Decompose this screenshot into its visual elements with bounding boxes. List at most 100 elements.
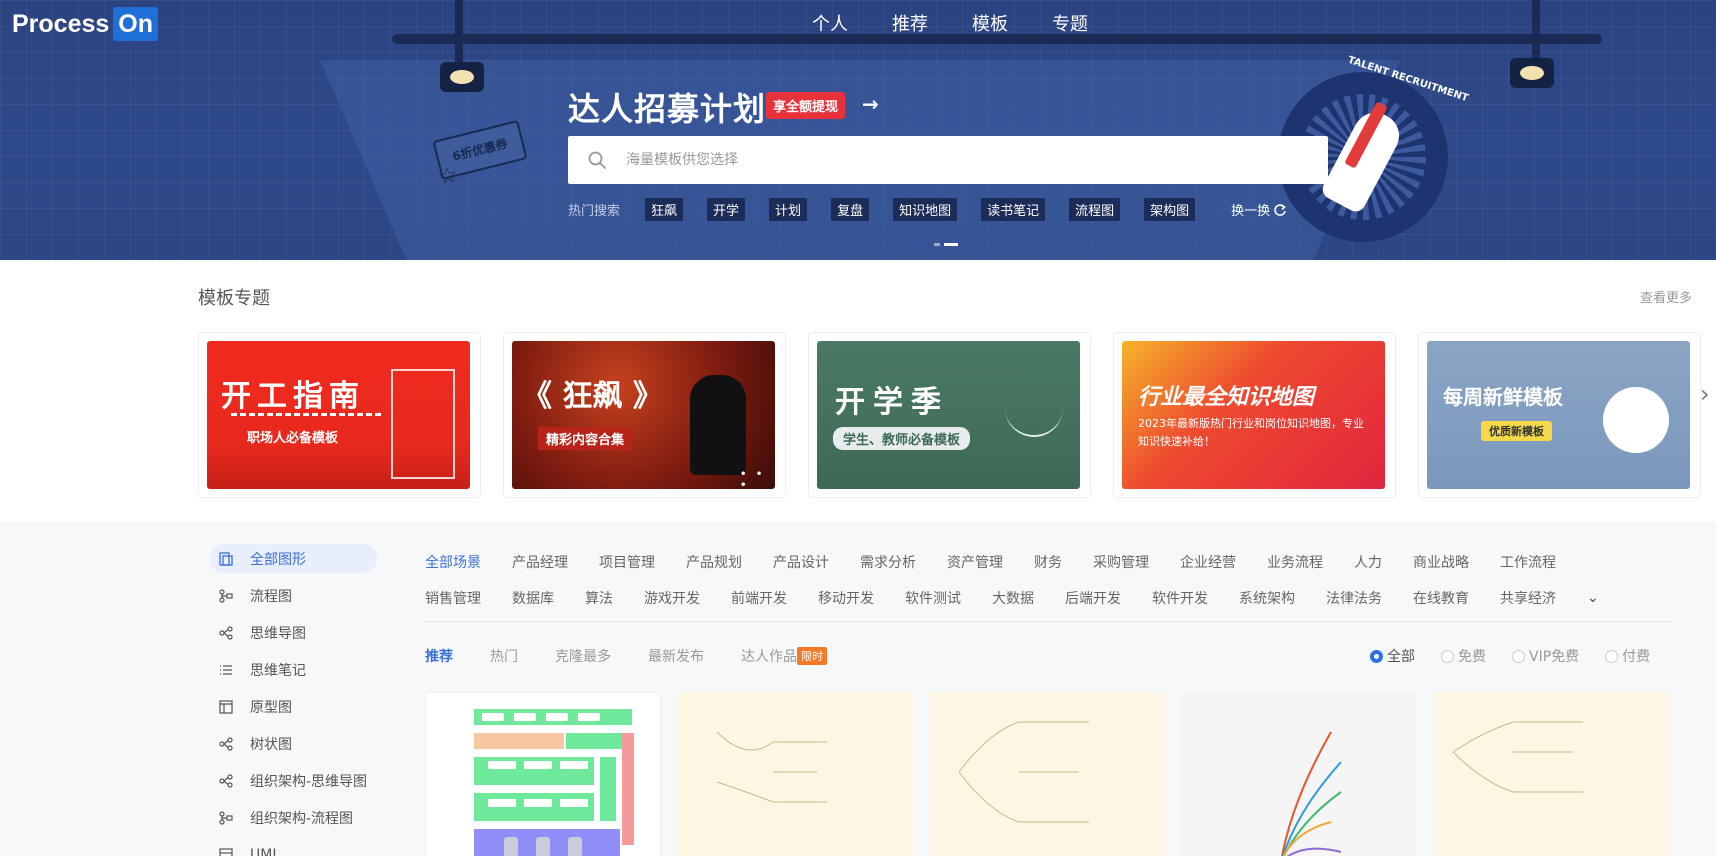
topic-card-kuangbiao[interactable]: 《 狂飙 》 精彩内容合集 • • • xyxy=(503,332,786,498)
top-nav: 个人 推荐 模板 专题 xyxy=(812,10,1132,36)
chevron-down-icon[interactable]: ⌄ xyxy=(1587,590,1599,606)
category-item[interactable]: 共享经济 xyxy=(1500,588,1556,608)
nav-topics[interactable]: 专题 xyxy=(1052,10,1088,36)
chevron-right-icon[interactable]: › xyxy=(1700,380,1710,408)
hot-tag[interactable]: 开学 xyxy=(707,198,746,221)
template-card[interactable] xyxy=(425,692,661,856)
processon-logo[interactable]: Process On xyxy=(12,6,159,42)
category-item[interactable]: 工作流程 xyxy=(1500,552,1556,572)
topic-card-title: 每周新鲜模板 xyxy=(1443,385,1563,409)
category-item[interactable]: 需求分析 xyxy=(860,552,916,572)
tab-most-cloned[interactable]: 克隆最多 xyxy=(555,646,611,666)
hero-banner[interactable]: 6折优惠券 ☆ TALENT RECRUITMENT Process On 个人… xyxy=(0,0,1716,260)
sidebar-item-uml[interactable]: UML xyxy=(210,840,377,856)
logo-on: On xyxy=(113,7,159,41)
category-item[interactable]: 人力 xyxy=(1354,552,1382,572)
category-item[interactable]: 软件开发 xyxy=(1152,588,1208,608)
sidebar-item-mindnote[interactable]: 思维笔记 xyxy=(210,655,377,684)
nav-templates[interactable]: 模板 xyxy=(972,10,1008,36)
mindmap-icon xyxy=(218,625,234,641)
sort-tabs: 推荐 热门 克隆最多 最新发布 达人作品 限时 xyxy=(425,646,827,666)
category-item[interactable]: 产品设计 xyxy=(773,552,829,572)
sidebar-item-flowchart[interactable]: 流程图 xyxy=(210,581,377,610)
tab-latest[interactable]: 最新发布 xyxy=(648,646,704,666)
search-icon[interactable] xyxy=(568,136,626,184)
tab-recommend[interactable]: 推荐 xyxy=(425,646,453,666)
sidebar-item-label: 思维笔记 xyxy=(250,662,306,679)
nav-recommend[interactable]: 推荐 xyxy=(892,10,928,36)
topic-card-start-work[interactable]: 开工指南 职场人必备模板 xyxy=(198,332,481,498)
category-item[interactable]: 系统架构 xyxy=(1239,588,1295,608)
category-item[interactable]: 大数据 xyxy=(992,588,1034,608)
carousel-dot-active[interactable] xyxy=(944,243,958,246)
sidebar-item-prototype[interactable]: 原型图 xyxy=(210,692,377,721)
hot-tag[interactable]: 知识地图 xyxy=(893,198,958,221)
category-item[interactable]: 前端开发 xyxy=(731,588,787,608)
category-item[interactable]: 产品规划 xyxy=(686,552,742,572)
category-item[interactable]: 商业战略 xyxy=(1413,552,1469,572)
carousel-dot[interactable] xyxy=(934,243,940,246)
category-item[interactable]: 财务 xyxy=(1034,552,1062,572)
category-item[interactable]: 法律法务 xyxy=(1326,588,1382,608)
category-item[interactable]: 全部场景 xyxy=(425,552,481,572)
search-input[interactable] xyxy=(626,152,1306,168)
hot-tag[interactable]: 读书笔记 xyxy=(981,198,1046,221)
category-item[interactable]: 采购管理 xyxy=(1093,552,1149,572)
star-icon: ☆ xyxy=(435,162,460,191)
hot-tag[interactable]: 架构图 xyxy=(1144,198,1196,221)
hero-arrow-icon[interactable]: → xyxy=(862,92,879,116)
sidebar-item-label: 组织架构-思维导图 xyxy=(250,773,368,790)
template-card[interactable] xyxy=(1181,692,1417,856)
hot-tag[interactable]: 流程图 xyxy=(1069,198,1121,221)
topic-card-subtitle: 精彩内容合集 xyxy=(538,427,633,450)
category-item[interactable]: 算法 xyxy=(585,588,613,608)
org-mindmap-icon xyxy=(218,773,234,789)
topics-section: 模板专题 查看更多 开工指南 职场人必备模板 《 狂飙 》 精彩内容合集 • •… xyxy=(0,260,1716,522)
category-item[interactable]: 后端开发 xyxy=(1065,588,1121,608)
hero-title[interactable]: 达人招募计划 xyxy=(568,84,766,130)
category-item[interactable]: 在线教育 xyxy=(1413,588,1469,608)
category-item[interactable]: 软件测试 xyxy=(905,588,961,608)
category-item[interactable]: 业务流程 xyxy=(1267,552,1323,572)
sidebar-item-all[interactable]: 全部图形 xyxy=(210,544,378,573)
category-item[interactable]: 移动开发 xyxy=(818,588,874,608)
topic-card-knowledge-map[interactable]: 行业最全知识地图 2023年最新版热门行业和岗位知识地图，专业知识快速补给！ xyxy=(1113,332,1396,498)
category-item[interactable]: 产品经理 xyxy=(512,552,568,572)
template-card[interactable] xyxy=(929,692,1165,856)
category-item[interactable]: 销售管理 xyxy=(425,588,481,608)
hot-tag[interactable]: 复盘 xyxy=(831,198,870,221)
nav-personal[interactable]: 个人 xyxy=(812,10,848,36)
filter-all[interactable]: 全部 xyxy=(1370,646,1415,666)
filter-vip-free[interactable]: VIP免费 xyxy=(1512,646,1579,666)
topic-card-subtitle: 优质新模板 xyxy=(1481,421,1552,441)
hot-tag[interactable]: 计划 xyxy=(769,198,808,221)
swap-button[interactable]: 换一换 xyxy=(1231,200,1287,219)
tree-icon xyxy=(218,736,234,752)
template-card[interactable] xyxy=(677,692,913,856)
hot-tag[interactable]: 狂飙 xyxy=(645,198,684,221)
category-item[interactable]: 企业经营 xyxy=(1180,552,1236,572)
sidebar-item-org-flowchart[interactable]: 组织架构-流程图 xyxy=(210,803,377,832)
filter-paid[interactable]: 付费 xyxy=(1605,646,1650,666)
category-item[interactable]: 数据库 xyxy=(512,588,554,608)
view-more-link[interactable]: 查看更多 xyxy=(1640,287,1692,306)
topic-card-subtitle: 2023年最新版热门行业和岗位知识地图，专业知识快速补给！ xyxy=(1138,417,1364,448)
sidebar-item-mindmap[interactable]: 思维导图 xyxy=(210,618,377,647)
topic-card-title: 行业最全知识地图 xyxy=(1138,385,1315,410)
tab-hot[interactable]: 热门 xyxy=(490,646,518,666)
sidebar-item-label: 思维导图 xyxy=(250,625,306,642)
template-card[interactable] xyxy=(1433,692,1669,856)
category-item[interactable]: 资产管理 xyxy=(947,552,1003,572)
withdraw-tag[interactable]: 享全额提现 xyxy=(766,92,846,119)
refresh-icon xyxy=(1274,203,1286,216)
uml-icon xyxy=(218,847,234,856)
radio-icon xyxy=(1512,649,1525,663)
category-item[interactable]: 项目管理 xyxy=(599,552,655,572)
sidebar-item-org-mindmap[interactable]: 组织架构-思维导图 xyxy=(210,766,377,795)
topic-card-weekly-new[interactable]: 每周新鲜模板 优质新模板 xyxy=(1418,332,1701,498)
category-item[interactable]: 游戏开发 xyxy=(644,588,700,608)
tab-talent-works[interactable]: 达人作品 xyxy=(741,646,797,666)
sidebar-item-tree[interactable]: 树状图 xyxy=(210,729,377,758)
filter-free[interactable]: 免费 xyxy=(1441,646,1486,666)
topic-card-school-season[interactable]: 开学季 学生、教师必备模板 xyxy=(808,332,1091,498)
